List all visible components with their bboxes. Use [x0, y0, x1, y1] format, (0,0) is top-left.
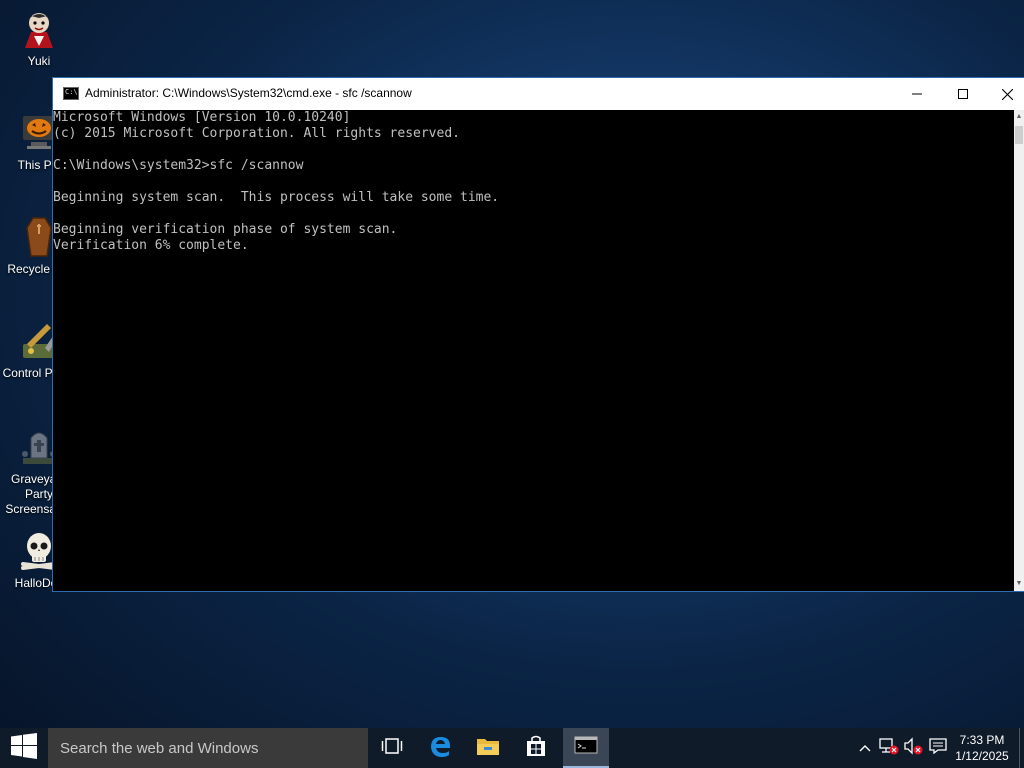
clock-time: 7:33 PM: [959, 733, 1005, 747]
console-line: Microsoft Windows [Version 10.0.10240]: [53, 110, 351, 125]
console-line: Beginning verification phase of system s…: [53, 222, 398, 237]
clock-date: 1/12/2025: [955, 749, 1009, 763]
taskbar: Search the web and Windows 7:33 PM 1/12/…: [0, 728, 1024, 768]
scroll-down-button[interactable]: ▼: [1014, 577, 1024, 591]
cmd-icon-text: C:\: [65, 88, 78, 96]
taskbar-file-explorer[interactable]: [465, 728, 511, 768]
close-icon: [1001, 88, 1013, 100]
maximize-icon: [958, 89, 968, 99]
minimize-icon: [912, 89, 922, 99]
notifications-icon: [929, 737, 947, 759]
tray-network[interactable]: [877, 728, 901, 768]
show-desktop-button[interactable]: [1019, 728, 1024, 768]
console-output[interactable]: Microsoft Windows [Version 10.0.10240] (…: [53, 110, 1014, 591]
store-icon: [525, 735, 547, 762]
window-title: Administrator: C:\Windows\System32\cmd.e…: [85, 86, 412, 100]
vertical-scrollbar[interactable]: ▲ ▼: [1014, 110, 1024, 591]
search-box[interactable]: Search the web and Windows: [48, 728, 368, 768]
taskbar-clock[interactable]: 7:33 PM 1/12/2025: [952, 732, 1012, 764]
title-bar[interactable]: C:\ Administrator: C:\Windows\System32\c…: [53, 78, 1024, 110]
console-line: Beginning system scan. This process will…: [53, 190, 500, 205]
taskbar-command-prompt[interactable]: [563, 728, 609, 768]
maximize-button[interactable]: [940, 78, 986, 110]
console-line: Verification 6% complete.: [53, 238, 249, 253]
cmd-icon: [574, 736, 598, 759]
search-placeholder: Search the web and Windows: [60, 739, 259, 757]
windows-logo-icon: [11, 732, 37, 764]
vampire-avatar-icon: [17, 6, 61, 50]
desktop-icon-yuki[interactable]: Yuki: [1, 6, 77, 69]
chevron-up-icon: [859, 739, 871, 757]
network-error-icon: [879, 737, 899, 760]
folder-icon: [476, 736, 500, 761]
minimize-button[interactable]: [894, 78, 940, 110]
scroll-up-button[interactable]: ▲: [1014, 110, 1024, 124]
desktop-icon-label: Yuki: [27, 54, 51, 68]
start-button[interactable]: [0, 728, 48, 768]
close-button[interactable]: [984, 78, 1024, 110]
taskbar-task-view[interactable]: [369, 728, 415, 768]
cmd-icon: C:\: [63, 87, 79, 100]
task-view-icon: [381, 737, 403, 760]
taskbar-store[interactable]: [513, 728, 559, 768]
tray-volume[interactable]: [901, 728, 925, 768]
console-line: (c) 2015 Microsoft Corporation. All righ…: [53, 126, 460, 141]
taskbar-edge[interactable]: [417, 728, 463, 768]
edge-icon: [428, 734, 452, 763]
volume-muted-icon: [903, 736, 923, 760]
tray-notifications[interactable]: [926, 728, 950, 768]
console-line: C:\Windows\system32>sfc /scannow: [53, 158, 304, 173]
tray-show-hidden[interactable]: [855, 728, 875, 768]
cmd-window[interactable]: C:\ Administrator: C:\Windows\System32\c…: [53, 78, 1024, 591]
scroll-thumb[interactable]: [1015, 126, 1023, 144]
